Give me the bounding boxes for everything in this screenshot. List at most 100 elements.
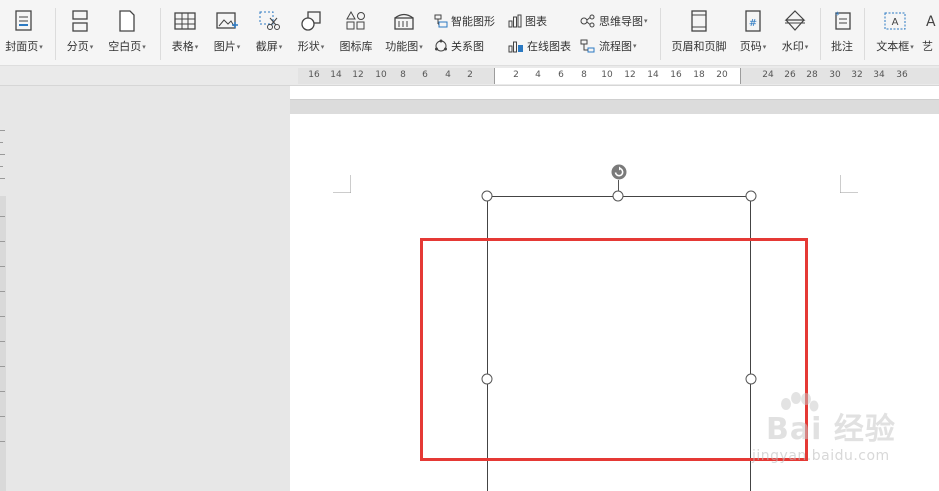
page-number-label: 页码 xyxy=(739,40,762,53)
picture-label: 图片 xyxy=(213,40,236,53)
flowchart-label: 流程图 xyxy=(599,40,632,53)
resize-handle-top-center[interactable] xyxy=(612,190,624,202)
ruler-margin-left xyxy=(298,68,494,84)
resize-handle-top-right[interactable] xyxy=(745,190,757,202)
ruler-tick xyxy=(0,216,5,217)
ruler-tick xyxy=(0,166,3,167)
ruler-number: 26 xyxy=(784,70,796,80)
function-chart-icon xyxy=(391,6,417,36)
smart-graphic-button[interactable]: 智能图形 xyxy=(434,12,495,30)
margin-corner-mark xyxy=(333,175,351,193)
svg-text:#: # xyxy=(749,18,757,29)
mind-map-icon xyxy=(580,14,595,28)
page-number-icon: # xyxy=(742,6,764,36)
dropdown-caret-icon: ▾ xyxy=(804,43,809,51)
comment-label: 批注 xyxy=(831,40,853,53)
table-icon xyxy=(173,6,197,36)
dropdown-caret-icon: ▾ xyxy=(320,43,325,51)
icon-library-button[interactable]: 图标库 xyxy=(336,6,376,62)
table-button[interactable]: 表格▾ xyxy=(166,6,204,62)
watermark-label: 水印 xyxy=(781,40,804,53)
relation-chart-button[interactable]: 关系图 xyxy=(434,37,484,55)
text-box-label: 文本框 xyxy=(876,40,910,53)
chart-label: 图表 xyxy=(525,15,547,28)
cover-page-label: 封面页 xyxy=(5,40,39,53)
divider xyxy=(55,8,56,60)
comment-button[interactable]: * 批注 xyxy=(826,6,858,62)
ruler-number: 14 xyxy=(330,70,342,80)
ruler-number: 4 xyxy=(535,70,541,80)
mind-map-button[interactable]: 思维导图 ▾ xyxy=(580,12,648,30)
screenshot-label: 截屏 xyxy=(255,40,278,53)
online-chart-icon xyxy=(508,41,523,53)
ruler-number: 12 xyxy=(352,70,364,80)
online-chart-button[interactable]: 在线图表 xyxy=(508,37,571,55)
blank-page-button[interactable]: 空白页▾ xyxy=(104,6,150,62)
flowchart-icon xyxy=(580,39,595,53)
insert-ribbon: 封面页▾ 分页▾ 空白页▾ 表格▾ 图片▾ 截屏▾ 形状▾ 图标库 功能图▾ 智… xyxy=(0,0,939,66)
watermark-button[interactable]: 水印▾ xyxy=(776,6,814,62)
watermark-url: jingyan.baidu.com xyxy=(752,448,890,464)
page-break-button[interactable]: 分页▾ xyxy=(62,6,98,62)
dropdown-caret-icon: ▾ xyxy=(236,43,241,51)
bar-chart-icon xyxy=(508,14,522,28)
vertical-ruler[interactable] xyxy=(0,86,8,491)
chart-button[interactable]: 图表 xyxy=(508,12,547,30)
page-gap xyxy=(290,100,939,114)
dropdown-caret-icon: ▾ xyxy=(419,43,423,51)
cover-page-button[interactable]: 封面页▾ xyxy=(2,6,46,62)
function-chart-label: 功能图 xyxy=(385,40,419,53)
text-box-button[interactable]: A 文本框▾ xyxy=(870,6,920,62)
shapes-button[interactable]: 形状▾ xyxy=(292,6,330,62)
ruler-number: 16 xyxy=(308,70,320,80)
ruler-tick xyxy=(0,154,5,155)
screenshot-button[interactable]: 截屏▾ xyxy=(250,6,288,62)
header-footer-button[interactable]: 页眉和页脚 xyxy=(668,6,730,62)
ruler-tick xyxy=(0,266,5,267)
ruler-tick xyxy=(0,441,5,442)
ruler-number: 4 xyxy=(445,70,451,80)
ruler-number: 2 xyxy=(513,70,519,80)
dropdown-caret-icon: ▾ xyxy=(633,42,637,50)
page-number-button[interactable]: # 页码▾ xyxy=(734,6,772,62)
ruler-tick xyxy=(0,291,5,292)
relation-chart-label: 关系图 xyxy=(451,40,484,53)
ruler-number: 32 xyxy=(851,70,863,80)
resize-handle-top-left[interactable] xyxy=(481,190,493,202)
ruler-number: 10 xyxy=(601,70,613,80)
ruler-number: 28 xyxy=(806,70,818,80)
dropdown-caret-icon: ▾ xyxy=(910,43,914,51)
ruler-tick xyxy=(0,341,5,342)
dropdown-caret-icon: ▾ xyxy=(142,43,146,51)
shapes-icon xyxy=(299,6,323,36)
picture-button[interactable]: 图片▾ xyxy=(208,6,246,62)
page-break-label: 分页 xyxy=(66,40,89,53)
divider xyxy=(660,8,661,60)
page-break-icon xyxy=(69,6,91,36)
dropdown-caret-icon: ▾ xyxy=(644,17,648,25)
rotate-handle-icon[interactable] xyxy=(611,164,628,181)
ruler-tick xyxy=(0,366,5,367)
ruler-tick xyxy=(0,178,5,179)
divider xyxy=(160,8,161,60)
svg-text:A: A xyxy=(892,17,899,28)
previous-page-bottom xyxy=(290,86,939,100)
watermark-icon xyxy=(783,6,807,36)
ruler-number: 8 xyxy=(581,70,587,80)
ruler-number: 34 xyxy=(873,70,885,80)
header-footer-icon xyxy=(688,6,710,36)
ruler-number: 30 xyxy=(829,70,841,80)
cover-page-icon xyxy=(13,6,35,36)
flowchart-button[interactable]: 流程图 ▾ xyxy=(580,37,637,55)
ruler-number: 8 xyxy=(400,70,406,80)
text-box-icon: A xyxy=(883,6,907,36)
art-text-button[interactable]: A 艺 xyxy=(922,6,939,62)
ruler-tick xyxy=(0,391,5,392)
blank-page-label: 空白页 xyxy=(108,40,142,53)
ruler-number: 6 xyxy=(558,70,564,80)
ruler-number: 10 xyxy=(375,70,387,80)
ruler-tick xyxy=(0,142,3,143)
icon-library-icon xyxy=(344,6,368,36)
horizontal-ruler[interactable]: 16 14 12 10 8 6 4 2 2 4 6 8 10 12 14 16 … xyxy=(298,68,939,84)
function-chart-button[interactable]: 功能图▾ xyxy=(380,6,428,62)
